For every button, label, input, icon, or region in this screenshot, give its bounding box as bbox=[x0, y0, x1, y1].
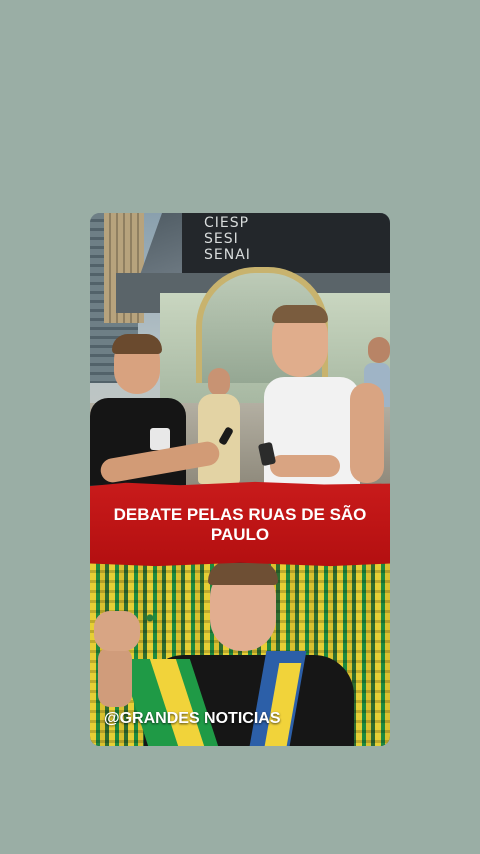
story-card[interactable]: CIESP SESI SENAI @GRANDES NOTICIAS DEBAT… bbox=[90, 213, 390, 746]
headline-banner: DEBATE PELAS RUAS DE SÃO PAULO bbox=[90, 481, 390, 567]
raised-fist bbox=[94, 611, 140, 651]
sign-line: SENAI bbox=[204, 247, 251, 263]
rally-crowd-photo: @GRANDES NOTICIAS bbox=[90, 563, 390, 746]
sign-line: CIESP bbox=[204, 215, 250, 231]
sign-line: SESI bbox=[204, 231, 239, 247]
shirt-logo bbox=[150, 428, 170, 450]
bystander-woman bbox=[196, 365, 242, 485]
banner-title: DEBATE PELAS RUAS DE SÃO PAULO bbox=[113, 505, 367, 544]
interviewer bbox=[90, 334, 222, 485]
interviewee bbox=[257, 305, 390, 485]
building-sign: CIESP SESI SENAI bbox=[204, 215, 274, 263]
street-interview-photo: CIESP SESI SENAI bbox=[90, 213, 390, 485]
watermark-handle: @GRANDES NOTICIAS bbox=[104, 710, 281, 727]
